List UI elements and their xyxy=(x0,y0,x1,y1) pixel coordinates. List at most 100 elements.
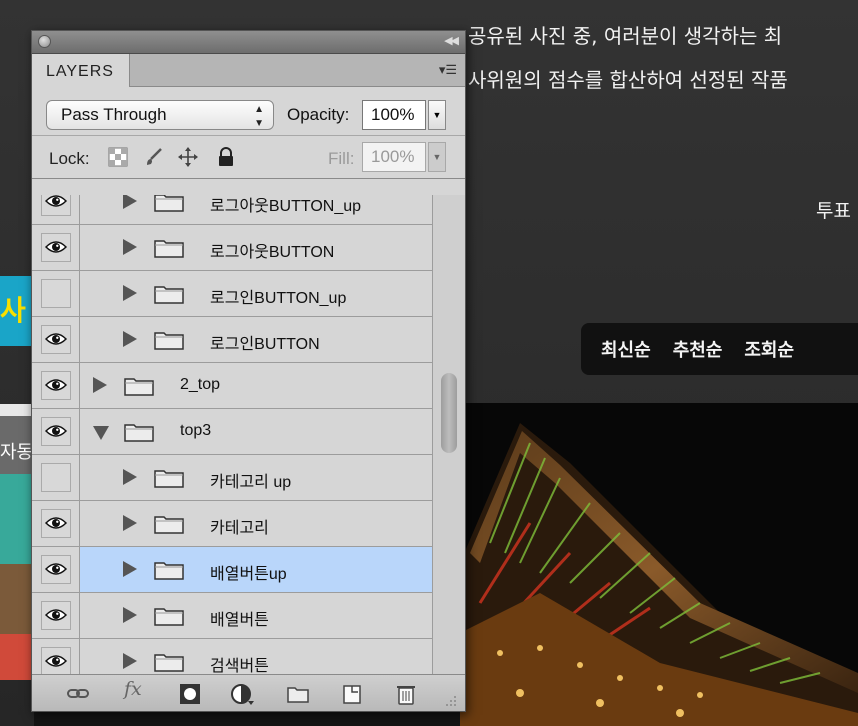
layer-name[interactable]: 배열버튼up xyxy=(210,560,287,584)
layer-content[interactable]: 로그인BUTTON_up xyxy=(80,271,432,316)
layer-content[interactable]: 로그아웃BUTTON xyxy=(80,225,432,270)
disclosure-collapsed-icon[interactable] xyxy=(123,331,137,347)
visibility-box[interactable] xyxy=(41,463,71,492)
panel-close-button[interactable] xyxy=(38,35,51,48)
opacity-input[interactable]: 100% xyxy=(362,100,426,130)
layers-list[interactable]: 로그아웃BUTTON_up 로그아웃BUTTON 로그인BUTTON_up 로그인BU… xyxy=(32,195,465,675)
layer-name[interactable]: 검색버튼 xyxy=(210,652,269,675)
lock-image-pixels-icon[interactable] xyxy=(144,147,164,167)
layer-row[interactable]: 로그아웃BUTTON xyxy=(32,225,432,271)
visibility-toggle[interactable] xyxy=(32,271,80,316)
blend-mode-select[interactable]: Pass Through ▲ ▼ xyxy=(46,100,274,130)
visibility-toggle[interactable] xyxy=(32,455,80,500)
layer-row[interactable]: 로그인BUTTON_up xyxy=(32,271,432,317)
visibility-box[interactable] xyxy=(41,601,71,630)
sort-tab-latest[interactable]: 최신순 xyxy=(601,336,651,362)
layer-row[interactable]: top3 xyxy=(32,409,432,455)
tab-layers[interactable]: LAYERS xyxy=(32,54,130,87)
layers-scrollbar[interactable] xyxy=(432,195,465,675)
trash-icon[interactable] xyxy=(394,683,418,705)
layer-name[interactable]: 로그아웃BUTTON xyxy=(210,238,334,262)
opacity-dropdown-button[interactable]: ▼ xyxy=(428,100,446,130)
disclosure-collapsed-icon[interactable] xyxy=(123,469,137,485)
lock-label: Lock: xyxy=(49,149,90,168)
layer-name[interactable]: 배열버튼 xyxy=(210,606,269,630)
sort-tab-views[interactable]: 조회순 xyxy=(744,336,794,362)
scrollbar-thumb[interactable] xyxy=(441,373,457,453)
layer-content[interactable]: 카테고리 xyxy=(80,501,432,546)
palace-photo[interactable] xyxy=(460,403,858,726)
new-layer-icon[interactable] xyxy=(340,683,364,705)
visibility-toggle[interactable] xyxy=(32,593,80,638)
visibility-toggle[interactable] xyxy=(32,317,80,362)
layer-name[interactable]: 로그인BUTTON xyxy=(210,330,320,354)
sort-tab-recommended[interactable]: 추천순 xyxy=(673,336,723,362)
new-group-icon[interactable] xyxy=(286,683,310,705)
layer-row[interactable]: 카테고리 xyxy=(32,501,432,547)
fill-dropdown-button[interactable]: ▼ xyxy=(428,142,446,172)
fill-input[interactable]: 100% xyxy=(362,142,426,172)
visibility-toggle[interactable] xyxy=(32,225,80,270)
collapse-icon[interactable]: ◀◀ xyxy=(444,34,459,47)
layer-content[interactable]: top3 xyxy=(80,409,432,454)
visibility-box[interactable] xyxy=(41,195,71,216)
visibility-toggle[interactable] xyxy=(32,195,80,224)
disclosure-collapsed-icon[interactable] xyxy=(123,653,137,669)
fx-icon[interactable]: fx xyxy=(124,678,148,700)
layer-content[interactable]: 배열버튼 xyxy=(80,593,432,638)
panel-menu-icon[interactable]: ▾☰ xyxy=(439,62,457,78)
layer-row[interactable]: 배열버튼 xyxy=(32,593,432,639)
layer-name[interactable]: 카테고리 xyxy=(210,514,269,538)
layer-content[interactable]: 2_top xyxy=(80,363,432,408)
layer-content[interactable]: 배열버튼up xyxy=(80,547,432,592)
visibility-toggle[interactable] xyxy=(32,501,80,546)
adjustment-layer-icon[interactable] xyxy=(230,683,254,705)
layer-content[interactable]: 검색버튼 xyxy=(80,639,432,675)
visibility-box[interactable] xyxy=(41,233,71,262)
layer-content[interactable]: 로그인BUTTON xyxy=(80,317,432,362)
layer-name[interactable]: 2_top xyxy=(180,376,220,394)
visibility-toggle[interactable] xyxy=(32,639,80,675)
visibility-box[interactable] xyxy=(41,371,71,400)
vote-label[interactable]: 투표 xyxy=(816,196,851,223)
layer-mask-icon[interactable] xyxy=(178,683,202,705)
layer-name[interactable]: top3 xyxy=(180,422,211,440)
visibility-toggle[interactable] xyxy=(32,363,80,408)
disclosure-collapsed-icon[interactable] xyxy=(123,515,137,531)
lock-transparent-pixels-icon[interactable] xyxy=(108,147,128,167)
visibility-toggle[interactable] xyxy=(32,409,80,454)
disclosure-collapsed-icon[interactable] xyxy=(123,561,137,577)
layer-content[interactable]: 카테고리 up xyxy=(80,455,432,500)
visibility-box[interactable] xyxy=(41,279,71,308)
visibility-box[interactable] xyxy=(41,555,71,584)
visibility-box[interactable] xyxy=(41,647,71,675)
disclosure-collapsed-icon[interactable] xyxy=(123,195,137,209)
layer-row[interactable]: 2_top xyxy=(32,363,432,409)
panel-tab-row: LAYERS ▾☰ xyxy=(32,54,465,87)
lock-all-icon[interactable] xyxy=(216,147,236,167)
visibility-box[interactable] xyxy=(41,509,71,538)
layer-name[interactable]: 로그인BUTTON_up xyxy=(210,284,346,308)
resize-grip-icon[interactable] xyxy=(445,695,457,707)
visibility-box[interactable] xyxy=(41,417,71,446)
layers-panel[interactable]: ◀◀ LAYERS ▾☰ Pass Through ▲ ▼ Opacity: 10… xyxy=(31,30,466,712)
disclosure-collapsed-icon[interactable] xyxy=(123,239,137,255)
disclosure-expanded-icon[interactable] xyxy=(93,426,109,440)
layer-row[interactable]: 로그인BUTTON xyxy=(32,317,432,363)
disclosure-collapsed-icon[interactable] xyxy=(123,285,137,301)
link-layers-icon[interactable] xyxy=(66,683,90,705)
layer-row[interactable]: 로그아웃BUTTON_up xyxy=(32,195,432,225)
visibility-toggle[interactable] xyxy=(32,547,80,592)
layer-content[interactable]: 로그아웃BUTTON_up xyxy=(80,195,432,224)
lock-position-icon[interactable] xyxy=(178,147,198,167)
panel-titlebar[interactable]: ◀◀ xyxy=(32,31,465,54)
layer-row[interactable]: 검색버튼 xyxy=(32,639,432,675)
folder-icon xyxy=(154,606,184,626)
visibility-box[interactable] xyxy=(41,325,71,354)
layer-row[interactable]: 카테고리 up xyxy=(32,455,432,501)
layer-name[interactable]: 카테고리 up xyxy=(210,468,291,492)
layer-row[interactable]: 배열버튼up xyxy=(32,547,432,593)
disclosure-collapsed-icon[interactable] xyxy=(123,607,137,623)
disclosure-collapsed-icon[interactable] xyxy=(93,377,107,393)
layer-name[interactable]: 로그아웃BUTTON_up xyxy=(210,195,361,216)
